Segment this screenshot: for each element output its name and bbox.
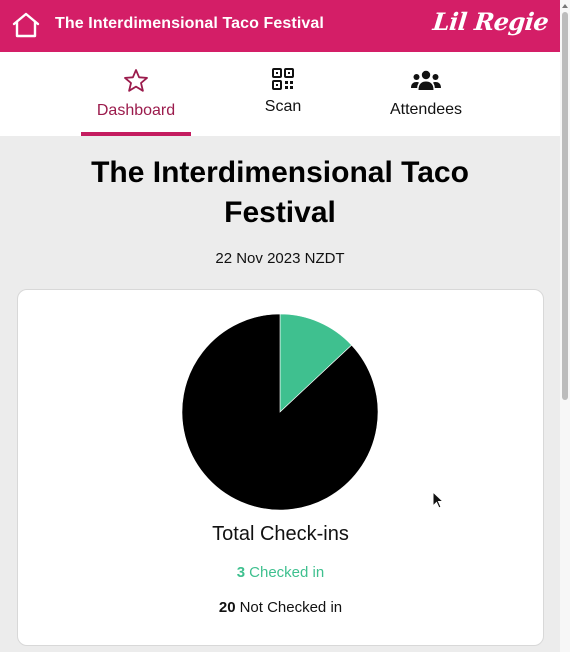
legend-not-checked-in: 20 Not Checked in: [18, 599, 543, 616]
legend-checked-in: 3 Checked in: [18, 564, 543, 581]
scrollbar[interactable]: [560, 0, 570, 652]
home-button[interactable]: [10, 9, 42, 41]
active-tab-indicator: [81, 132, 191, 136]
scroll-up-arrow-icon[interactable]: [562, 3, 568, 9]
chart-title: Total Check-ins: [212, 523, 349, 545]
tab-label: Scan: [264, 98, 302, 115]
tab-label: Attendees: [389, 101, 463, 118]
qr-code-icon: [272, 68, 294, 90]
mouse-cursor-icon: [432, 491, 444, 509]
checked-in-count: 3: [236, 564, 246, 581]
tab-dashboard[interactable]: Dashboard: [81, 52, 191, 136]
brand-logo[interactable]: Lil Regie: [431, 7, 549, 36]
tab-attendees[interactable]: Attendees: [380, 52, 472, 136]
tab-scan[interactable]: Scan: [245, 52, 321, 136]
checked-in-label: Checked in: [249, 564, 325, 581]
people-icon: [411, 70, 441, 90]
top-app-bar: The Interdimensional Taco Festival Lil R…: [0, 0, 560, 52]
tab-label: Dashboard: [96, 102, 176, 119]
tab-bar: Dashboard Scan Attendees: [0, 52, 560, 136]
not-checked-in-label: Not Checked in: [239, 599, 343, 616]
not-checked-in-count: 20: [218, 599, 236, 616]
event-date: 22 Nov 2023 NZDT: [215, 250, 345, 267]
home-icon: [12, 12, 40, 38]
event-title: The Interdimensional Taco Festival: [91, 156, 469, 229]
star-icon: [124, 69, 148, 92]
checkins-card: Total Check-ins 3 Checked in 20 Not Checke…: [17, 289, 544, 646]
checkins-pie-chart: [181, 313, 379, 511]
scrollbar-thumb[interactable]: [562, 12, 568, 400]
app-bar-title: The Interdimensional Taco Festival: [55, 15, 324, 32]
